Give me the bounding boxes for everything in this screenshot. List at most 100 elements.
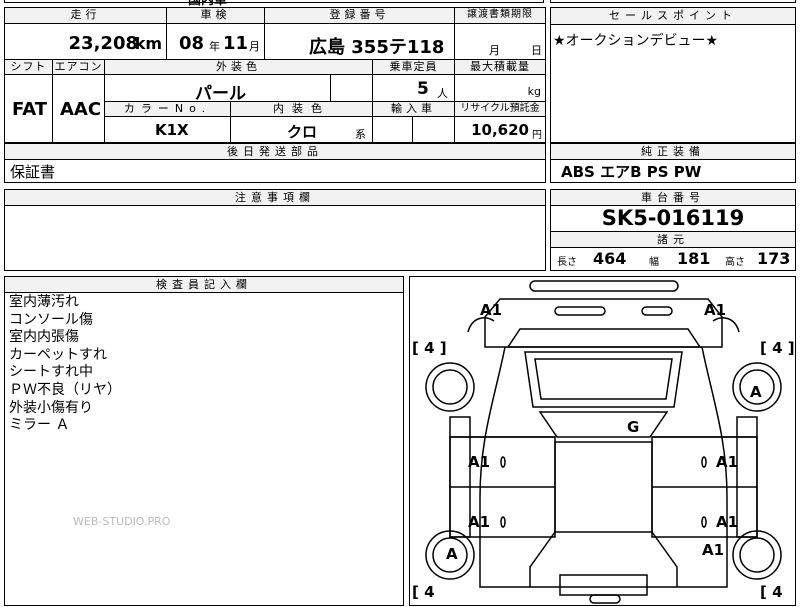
top-strip: 国内車 xyxy=(4,0,544,8)
equipment-box: 純正装備 ABS エアB PS PW xyxy=(550,143,796,183)
notes-box: 注意事項欄 xyxy=(4,189,546,271)
inspector-line: ＰＷ不良（リヤ） xyxy=(9,381,121,398)
aircon-label: エアコン xyxy=(53,60,105,75)
sales-point-text: ★オークションデビュー★ xyxy=(553,33,719,49)
notes-label: 注意事項欄 xyxy=(5,190,545,206)
inspection-year: 08 xyxy=(179,33,205,54)
specs-label: 諸元 xyxy=(551,231,795,248)
registration-cell: 広島 355テ118 xyxy=(265,24,455,60)
inspector-line: シートすれ中 xyxy=(9,364,93,381)
sales-point-label: セールスポイント xyxy=(551,8,795,25)
car-diagram-box: [ 4 ] [ 4 ] [ 4 [ 4 A1 A1 A G A1 A1 A1 A… xyxy=(409,276,796,606)
transfer-month-unit: 月 xyxy=(489,44,500,57)
interior-color-cell: クロ 系 xyxy=(231,117,373,142)
damage-mark: A1 xyxy=(480,301,503,319)
width-value: 181 xyxy=(677,249,711,268)
capacity-label: 乗車定員 xyxy=(373,60,455,75)
later-parts-label: 後日発送部品 xyxy=(5,144,545,160)
specs-row: 長さ 464 幅 181 高さ 173 xyxy=(551,247,795,271)
import-car-cell-1 xyxy=(373,117,413,142)
exterior-color-extra xyxy=(331,75,373,102)
inspection-month-unit: 月 xyxy=(249,40,260,53)
inspector-label: 検査員記入欄 xyxy=(5,277,403,293)
color-no-value: K1X xyxy=(155,121,189,139)
mileage-unit: km xyxy=(134,34,162,53)
interior-color-value: クロ xyxy=(287,123,318,141)
recycle-cell: 10,620 円 xyxy=(455,117,545,142)
color-no-label: カラーNo. xyxy=(105,102,231,117)
mileage-label: 走行 xyxy=(5,8,167,24)
recycle-label: リサイクル預託金 xyxy=(455,102,545,117)
shift-value: FAT xyxy=(12,99,48,120)
registration-value: 広島 355テ118 xyxy=(309,37,445,58)
max-load-unit: kg xyxy=(527,85,541,98)
vehicle-info-box: 走行 車検 登録番号 譲渡書類期限 23,208 km 08 年 11 月 広島… xyxy=(4,7,546,143)
top-strip-right xyxy=(550,0,796,3)
equipment-value: ABS エアB PS PW xyxy=(561,163,702,181)
damage-mark: A1 xyxy=(716,513,739,531)
damage-mark: A xyxy=(446,545,458,563)
inspection-month: 11 xyxy=(223,33,249,54)
car-outline-diagram xyxy=(425,280,782,604)
damage-mark: A1 xyxy=(468,513,491,531)
inspector-line: 外装小傷有り xyxy=(9,399,93,416)
chassis-box: 車台番号 SK5-016119 諸元 長さ 464 幅 181 高さ 173 xyxy=(550,189,796,271)
import-car-label: 輸入車 xyxy=(373,102,455,117)
later-parts-value: 保証書 xyxy=(10,163,56,181)
tire-rear-left: [ 4 xyxy=(412,583,435,601)
damage-mark: A1 xyxy=(704,301,727,319)
mileage-value: 23,208 xyxy=(68,33,138,54)
exterior-color-value: パール xyxy=(195,84,246,104)
inspector-box: 検査員記入欄 室内薄汚れ コンソール傷 室内内張傷 カーペットすれ シートすれ中… xyxy=(4,276,404,606)
watermark: WEB-STUDIO.PRO xyxy=(73,515,171,528)
inspection-year-unit: 年 xyxy=(209,40,220,53)
transfer-deadline-label: 譲渡書類期限 xyxy=(455,8,545,24)
sales-point-box: セールスポイント ★オークションデビュー★ xyxy=(550,7,796,143)
inspection-label: 車検 xyxy=(167,8,265,24)
transfer-day-unit: 日 xyxy=(531,44,542,57)
tire-front-right: [ 4 ] xyxy=(760,339,795,357)
aircon-value: AAC xyxy=(60,99,102,120)
capacity-value: 5 xyxy=(417,79,429,99)
damage-mark: A1 xyxy=(468,453,491,471)
height-label: 高さ xyxy=(725,257,745,268)
recycle-value: 10,620 xyxy=(471,121,529,139)
damage-mark: A1 xyxy=(716,453,739,471)
interior-color-label: 内装色 xyxy=(231,102,373,117)
width-label: 幅 xyxy=(649,257,659,268)
length-value: 464 xyxy=(593,249,627,268)
exterior-color-cell: パール xyxy=(105,75,331,104)
shift-cell: FAT xyxy=(5,75,53,142)
inspector-line: コンソール傷 xyxy=(9,311,93,328)
inspection-cell: 08 年 11 月 xyxy=(167,24,265,60)
registration-label: 登録番号 xyxy=(265,8,455,24)
inspector-line: ミラー Ａ xyxy=(9,417,70,434)
tire-front-left: [ 4 ] xyxy=(412,339,447,357)
inspector-line: カーペットすれ xyxy=(9,346,107,363)
mileage-cell: 23,208 km xyxy=(5,24,167,60)
equipment-label: 純正装備 xyxy=(551,144,795,160)
inspector-line: 室内内張傷 xyxy=(9,329,79,346)
damage-mark: A xyxy=(750,383,762,401)
max-load-label: 最大積載量 xyxy=(455,60,545,75)
inspector-line: 室内薄汚れ xyxy=(9,294,79,310)
height-value: 173 xyxy=(757,249,791,268)
later-parts-box: 後日発送部品 保証書 xyxy=(4,143,546,183)
exterior-color-label: 外装色 xyxy=(105,60,373,75)
aircon-cell: AAC xyxy=(53,75,105,142)
tire-rear-right: [ 4 xyxy=(760,583,783,601)
interior-color-suffix: 系 xyxy=(355,128,366,141)
damage-mark: G xyxy=(627,418,640,436)
color-no-cell: K1X xyxy=(105,117,231,142)
shift-label: シフト xyxy=(5,60,53,75)
chassis-value: SK5-016119 xyxy=(601,206,745,230)
import-car-cell-2 xyxy=(413,117,455,142)
max-load-cell: kg xyxy=(455,75,545,102)
damage-mark: A1 xyxy=(702,541,725,559)
capacity-unit: 人 xyxy=(437,87,448,100)
capacity-cell: 5 人 xyxy=(373,75,455,102)
chassis-label: 車台番号 xyxy=(551,190,795,206)
recycle-unit: 円 xyxy=(532,130,542,141)
transfer-deadline-cell: 月 日 xyxy=(455,24,545,60)
inspector-lines: 室内薄汚れ コンソール傷 室内内張傷 カーペットすれ シートすれ中 ＰＷ不良（リ… xyxy=(9,294,121,435)
